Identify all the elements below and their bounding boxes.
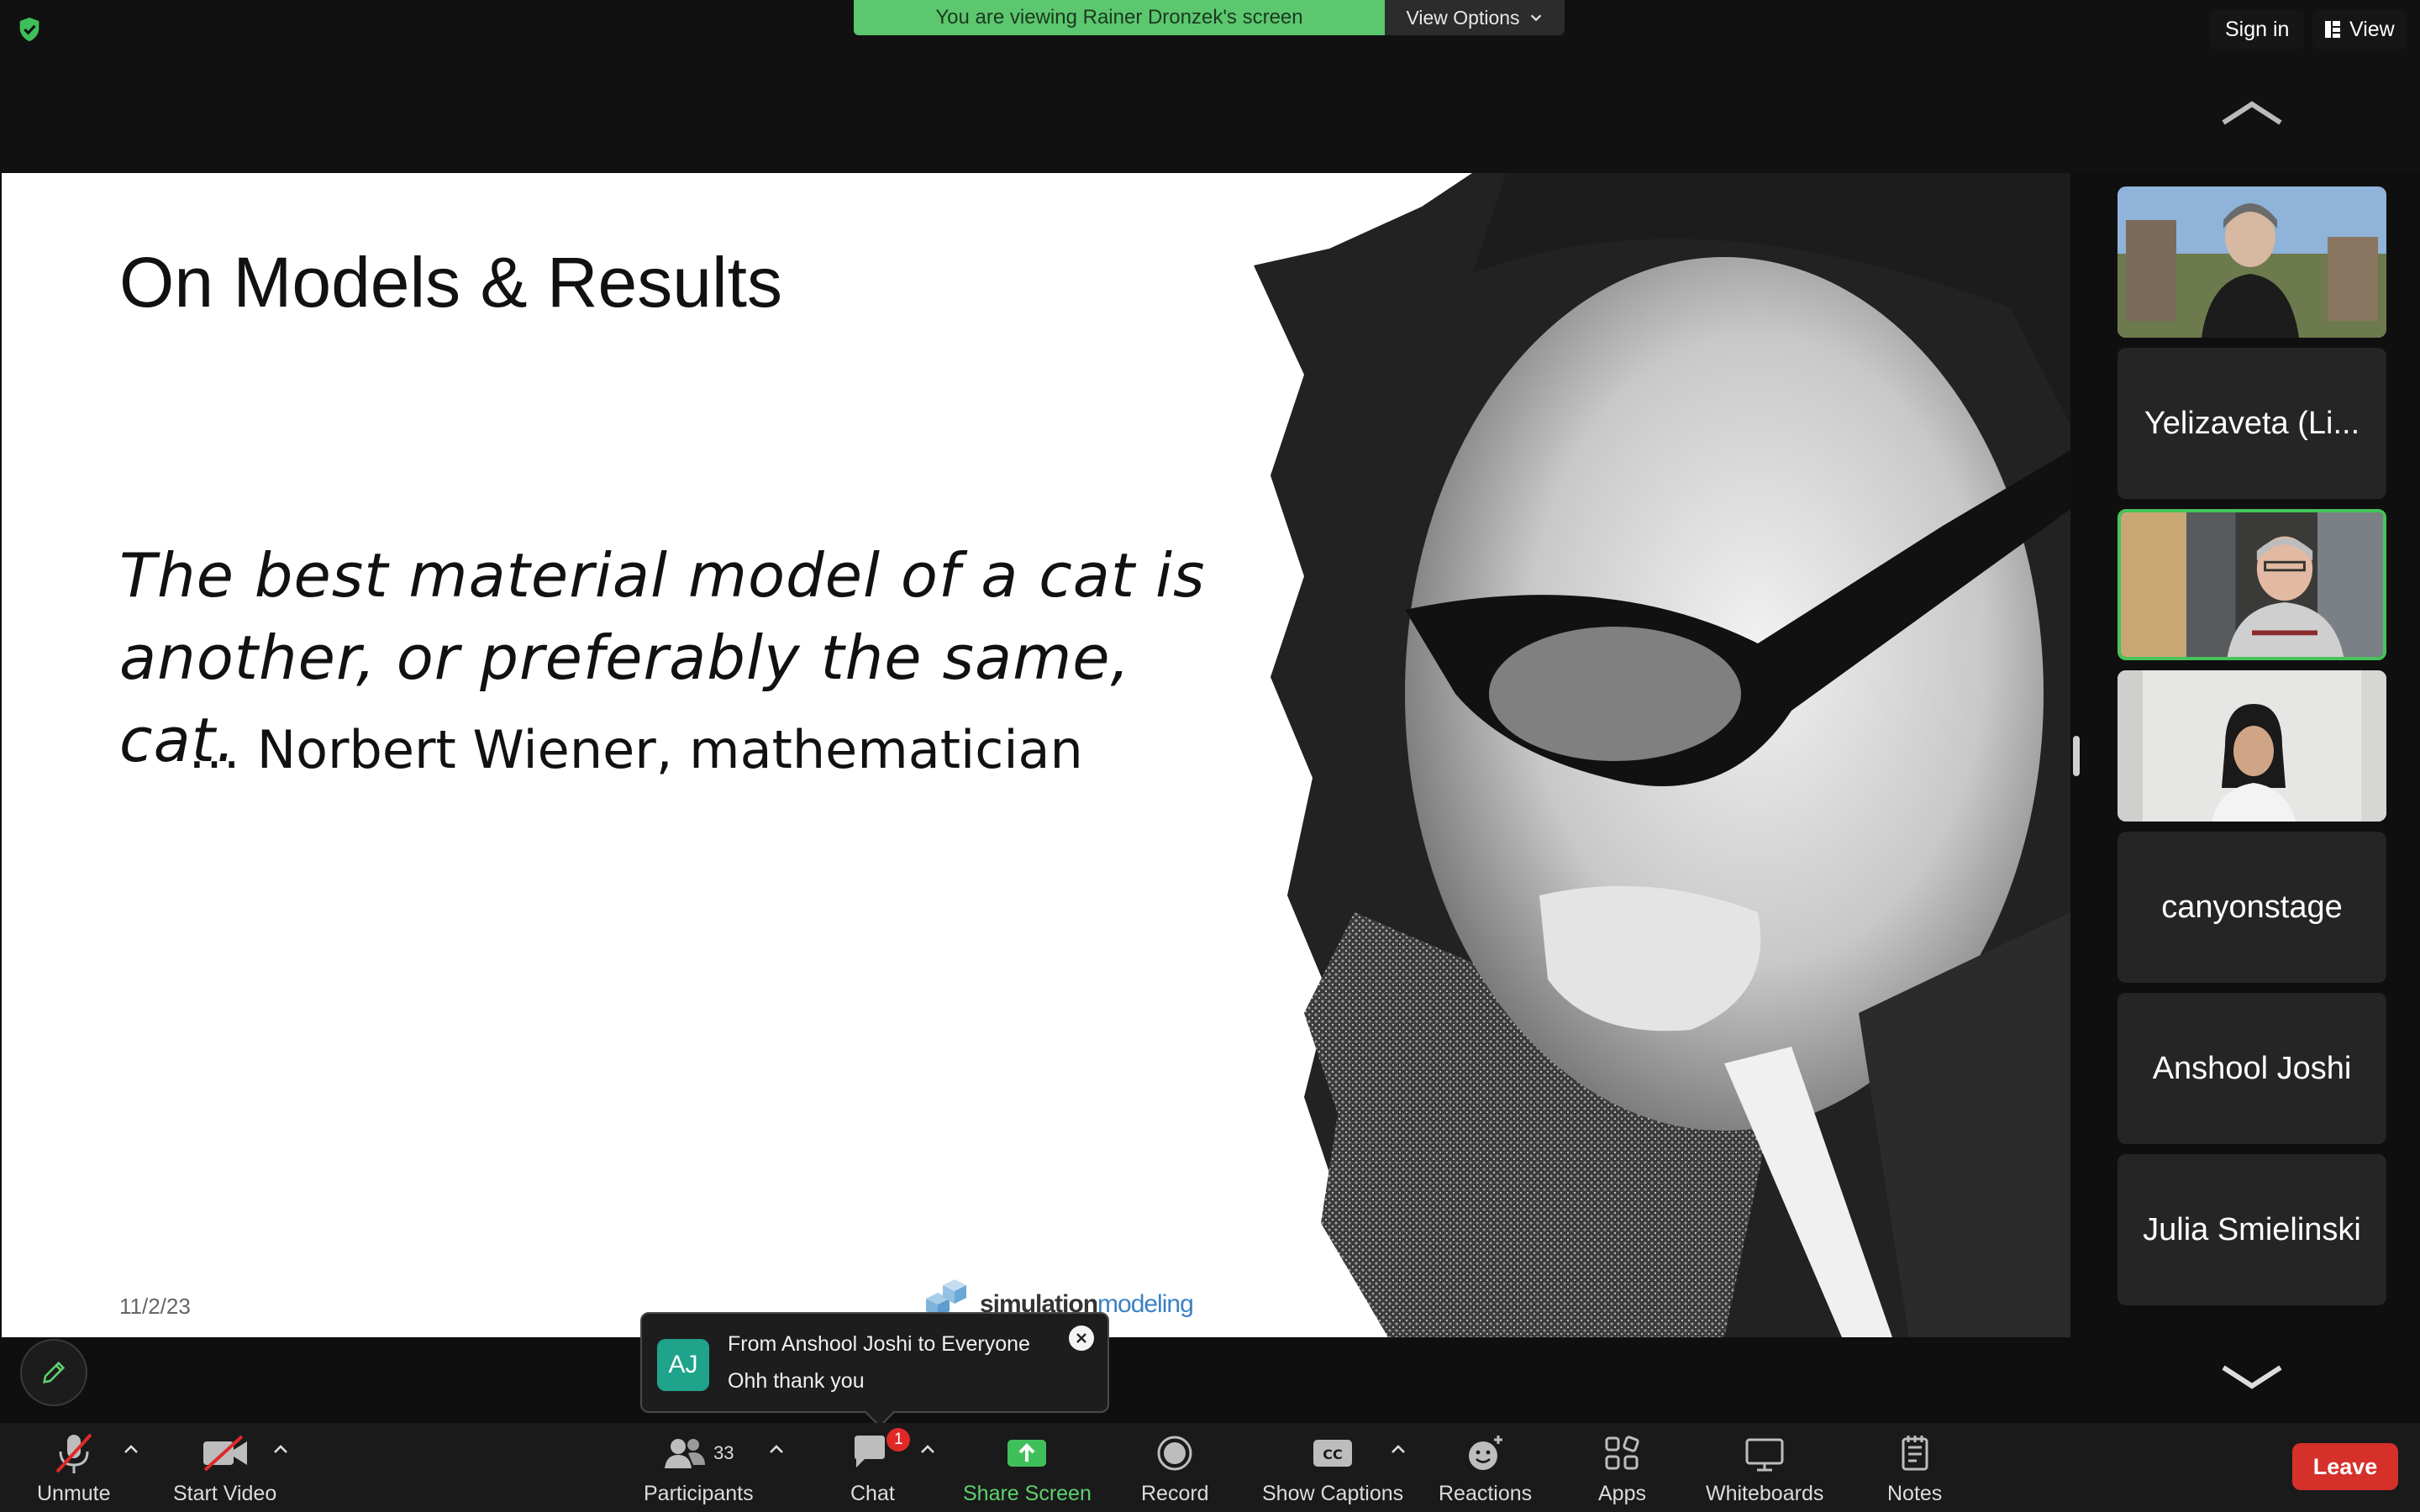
leave-meeting-button[interactable]: Leave — [2292, 1443, 2398, 1490]
whiteboard-icon — [1745, 1438, 1784, 1472]
start-video-label: Start Video — [173, 1482, 277, 1505]
chat-options-caret-icon[interactable] — [919, 1443, 936, 1455]
reactions-label: Reactions — [1439, 1482, 1533, 1505]
panel-resize-handle[interactable] — [2073, 736, 2080, 776]
security-shield-icon[interactable] — [15, 15, 44, 44]
participant-video-tile-4[interactable] — [2118, 670, 2386, 822]
notes-button[interactable]: Notes — [1887, 1430, 1942, 1506]
notes-icon — [1902, 1436, 1928, 1471]
participant-4-video — [2118, 670, 2386, 822]
scroll-up-chevron-icon[interactable] — [2218, 99, 2286, 128]
microphone-muted-icon — [55, 1433, 92, 1473]
viewing-screen-banner: You are viewing Rainer Dronzek's screen — [854, 0, 1385, 35]
participant-video-tile-3-active-speaker[interactable] — [2118, 509, 2386, 660]
chat-message: Ohh thank you — [728, 1369, 865, 1393]
chat-label: Chat — [850, 1482, 895, 1505]
apps-button[interactable]: Apps — [1598, 1430, 1646, 1506]
whiteboards-button[interactable]: Whiteboards — [1706, 1430, 1823, 1506]
slide-quote-line-1: The best material model of a cat is — [119, 540, 1206, 611]
participant-name: Julia Smielinski — [2143, 1211, 2361, 1247]
captions-options-caret-icon[interactable] — [1390, 1443, 1407, 1455]
portrait-image — [1254, 173, 2070, 1337]
view-options-label: View Options — [1406, 6, 1520, 29]
share-screen-button[interactable]: Share Screen — [963, 1430, 1092, 1506]
chat-notification-toast[interactable]: AJ From Anshool Joshi to Everyone Ohh th… — [640, 1312, 1109, 1413]
view-layout-button[interactable]: View — [2312, 10, 2407, 49]
pencil-icon — [43, 1361, 66, 1383]
record-button[interactable]: Record — [1141, 1430, 1209, 1506]
sender-avatar: AJ — [657, 1339, 709, 1391]
share-screen-icon — [1007, 1440, 1047, 1467]
participants-count: 33 — [713, 1442, 734, 1463]
participant-name: canyonstage — [2161, 889, 2343, 925]
record-label: Record — [1141, 1482, 1209, 1505]
apps-label: Apps — [1598, 1482, 1646, 1505]
participant-name-tile-5[interactable]: canyonstage — [2118, 832, 2386, 983]
svg-text:CC: CC — [1323, 1446, 1342, 1462]
reactions-button[interactable]: Reactions — [1439, 1430, 1532, 1506]
participant-3-video — [2121, 512, 2383, 657]
chat-unread-badge: 1 — [886, 1428, 911, 1452]
logo-text-modeling: modeling — [1097, 1290, 1194, 1318]
participant-name: Anshool Joshi — [2152, 1050, 2352, 1086]
meeting-toolbar: Unmute Start Video 33 Participants 1 Cha… — [0, 1423, 2420, 1512]
participant-name-tile-2[interactable]: Yelizaveta (Li... — [2118, 348, 2386, 499]
whiteboards-label: Whiteboards — [1706, 1482, 1824, 1505]
participant-video-tile-1[interactable] — [2118, 186, 2386, 338]
closed-captions-icon: CC — [1313, 1440, 1353, 1467]
show-captions-button[interactable]: CC Show Captions — [1262, 1430, 1403, 1506]
unmute-label: Unmute — [37, 1482, 111, 1505]
participant-name: Yelizaveta (Li... — [2144, 405, 2360, 441]
notes-label: Notes — [1887, 1482, 1943, 1505]
participants-label: Participants — [644, 1482, 754, 1505]
share-screen-label: Share Screen — [963, 1482, 1092, 1505]
participants-icon — [665, 1439, 706, 1468]
participants-options-caret-icon[interactable] — [768, 1443, 785, 1455]
audio-options-caret-icon[interactable] — [123, 1443, 139, 1455]
sign-in-button[interactable]: Sign in — [2210, 10, 2305, 49]
slide-title: On Models & Results — [119, 243, 782, 322]
apps-icon — [1605, 1436, 1640, 1470]
start-video-button[interactable]: Start Video — [173, 1430, 276, 1506]
unmute-button[interactable]: Unmute — [37, 1430, 111, 1506]
chat-button[interactable]: 1 Chat — [850, 1428, 911, 1506]
participant-name-tile-6[interactable]: Anshool Joshi — [2118, 993, 2386, 1144]
record-icon — [1157, 1436, 1192, 1471]
slide-attribution: … Norbert Wiener, mathematician — [188, 719, 1083, 780]
chat-sender-line: From Anshool Joshi to Everyone — [728, 1332, 1030, 1356]
annotate-button[interactable] — [20, 1339, 87, 1406]
view-options-dropdown[interactable]: View Options — [1385, 0, 1565, 35]
layout-grid-icon — [2325, 21, 2340, 38]
video-camera-off-icon — [203, 1435, 247, 1472]
scroll-down-chevron-icon[interactable] — [2218, 1362, 2286, 1391]
top-bar: You are viewing Rainer Dronzek's screen … — [0, 0, 2420, 173]
close-icon[interactable] — [1069, 1326, 1094, 1351]
reactions-smiley-icon — [1468, 1436, 1502, 1470]
view-label: View — [2349, 17, 2395, 41]
video-options-caret-icon[interactable] — [272, 1443, 289, 1455]
participants-button[interactable]: 33 Participants — [644, 1430, 754, 1506]
participant-name-tile-7[interactable]: Julia Smielinski — [2118, 1154, 2386, 1305]
participant-1-video — [2118, 186, 2386, 338]
slide-date: 11/2/23 — [119, 1294, 191, 1319]
show-captions-label: Show Captions — [1262, 1482, 1404, 1505]
shared-screen: On Models & Results The best material mo… — [2, 173, 2070, 1337]
chevron-down-icon — [1530, 14, 1541, 22]
